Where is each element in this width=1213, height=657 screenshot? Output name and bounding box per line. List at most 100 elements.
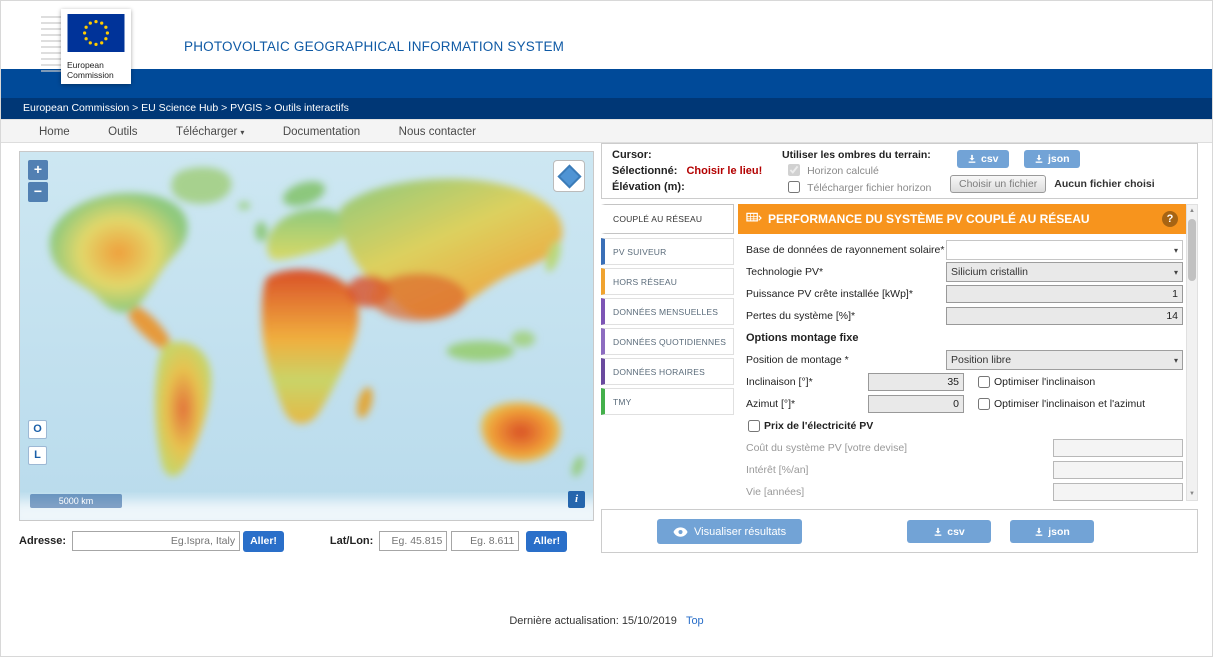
tab-tracking-pv[interactable]: PV SUIVEUR <box>601 238 734 265</box>
tab-tmy[interactable]: TMY <box>601 388 734 415</box>
tab-grid-connected[interactable]: COUPLÉ AU RÉSEAU <box>601 204 734 234</box>
nav-item-outils[interactable]: Outils <box>108 121 137 143</box>
peak-power-label: Puissance PV crête installée [kWp]* <box>746 288 913 300</box>
optimize-both-checkbox[interactable] <box>978 398 990 410</box>
address-input[interactable] <box>72 531 240 551</box>
upload-horizon-label: Télécharger fichier horizon <box>807 182 931 194</box>
pv-technology-select[interactable]: Silicium cristallin ▾ <box>946 262 1183 282</box>
pv-grid-icon <box>746 212 762 226</box>
ec-logo-text: European Commission <box>67 57 125 80</box>
form-title: PERFORMANCE DU SYSTÈME PV COUPLÉ AU RÉSE… <box>768 212 1162 226</box>
pv-price-label: Prix de l'électricité PV <box>764 420 873 432</box>
form-header: PERFORMANCE DU SYSTÈME PV COUPLÉ AU RÉSE… <box>738 204 1186 234</box>
address-go-button[interactable]: Aller! <box>243 531 284 552</box>
pv-technology-label: Technologie PV* <box>746 266 823 278</box>
world-map[interactable]: + − O L 5000 km i <box>19 151 594 521</box>
overlay-button-o[interactable]: O <box>28 420 47 439</box>
grid-connected-form: PERFORMANCE DU SYSTÈME PV COUPLÉ AU RÉSE… <box>738 204 1186 503</box>
optimize-slope-checkbox[interactable] <box>978 376 990 388</box>
horizon-csv-button[interactable]: csv <box>957 150 1009 168</box>
scrollbar-thumb[interactable] <box>1188 219 1196 281</box>
elevation-label: Élévation (m): <box>612 181 685 193</box>
results-csv-button[interactable]: csv <box>907 520 991 543</box>
fixed-mount-section-title: Options montage fixe <box>746 332 858 344</box>
tab-monthly-data[interactable]: DONNÉES MENSUELLES <box>601 298 734 325</box>
interest-label: Intérêt [%/an] <box>746 464 808 476</box>
map-scale-bar: 5000 km <box>30 494 122 508</box>
system-loss-label: Pertes du système [%]* <box>746 310 855 322</box>
zoom-out-button[interactable]: − <box>28 182 48 202</box>
azimuth-input[interactable] <box>868 395 964 413</box>
chevron-down-icon: ▾ <box>240 128 244 137</box>
horizon-json-button[interactable]: json <box>1024 150 1080 168</box>
horizon-calculated-checkbox[interactable] <box>788 164 800 176</box>
optimize-slope-label: Optimiser l'inclinaison <box>994 376 1095 388</box>
slope-label: Inclinaison [°]* <box>746 376 813 388</box>
footer: Dernière actualisation: 15/10/2019 Top <box>1 615 1212 627</box>
terrain-shadows-label: Utiliser les ombres du terrain: <box>782 149 931 161</box>
cursor-label: Cursor: <box>612 149 652 161</box>
header-band <box>1 69 1212 98</box>
azimuth-label: Azimut [°]* <box>746 398 795 410</box>
latlon-label: Lat/Lon: <box>330 535 373 547</box>
lon-input[interactable] <box>451 531 519 551</box>
ec-logo[interactable]: European Commission <box>41 9 171 95</box>
choose-file-button[interactable]: Choisir un fichier <box>950 175 1046 193</box>
nav-item-home[interactable]: Home <box>39 121 70 143</box>
mounting-position-select[interactable]: Position libre ▾ <box>946 350 1183 370</box>
page-title: PHOTOVOLTAIC GEOGRAPHICAL INFORMATION SY… <box>184 39 564 54</box>
help-icon[interactable]: ? <box>1162 211 1178 227</box>
results-json-button[interactable]: json <box>1010 520 1094 543</box>
breadcrumb[interactable]: European Commission > EU Science Hub > P… <box>1 98 1212 119</box>
download-icon <box>933 527 943 537</box>
chevron-down-icon: ▾ <box>1174 268 1178 277</box>
latlon-go-button[interactable]: Aller! <box>526 531 567 552</box>
mounting-position-label: Position de montage * <box>746 354 849 366</box>
interest-input <box>1053 461 1183 479</box>
optimize-both-label: Optimiser l'inclinaison et l'azimut <box>994 398 1145 410</box>
file-status-text: Aucun fichier choisi <box>1054 178 1154 190</box>
cursor-status-panel: Cursor: Sélectionné: Choisir le lieu! Él… <box>601 143 1198 199</box>
last-update-text: Dernière actualisation: 15/10/2019 <box>509 615 677 627</box>
address-label: Adresse: <box>19 535 66 547</box>
scroll-down-icon[interactable]: ▼ <box>1187 488 1197 500</box>
header: European Commission PHOTOVOLTAIC GEOGRAP… <box>1 1 1212 69</box>
overlay-button-l[interactable]: L <box>28 446 47 465</box>
system-loss-input[interactable] <box>946 307 1183 325</box>
tab-hourly-data[interactable]: DONNÉES HORAIRES <box>601 358 734 385</box>
lifetime-label: Vie [années] <box>746 486 804 498</box>
lifetime-input <box>1053 483 1183 501</box>
tab-off-grid[interactable]: HORS RÉSEAU <box>601 268 734 295</box>
peak-power-input[interactable] <box>946 285 1183 303</box>
tool-tabs: COUPLÉ AU RÉSEAU PV SUIVEUR HORS RÉSEAU … <box>601 204 734 418</box>
zoom-in-button[interactable]: + <box>28 160 48 180</box>
radiation-db-select[interactable]: ▾ <box>946 240 1183 260</box>
nav-item-telecharger-label: Télécharger <box>176 126 237 138</box>
scroll-up-icon[interactable]: ▲ <box>1187 205 1197 217</box>
eu-flag-icon <box>67 14 125 52</box>
pv-price-checkbox[interactable] <box>748 420 760 432</box>
download-icon <box>967 154 977 164</box>
top-link[interactable]: Top <box>686 615 704 627</box>
layers-icon <box>557 164 581 188</box>
visualize-results-button[interactable]: Visualiser résultats <box>657 519 802 544</box>
nav-item-contact[interactable]: Nous contacter <box>399 121 476 143</box>
panel-scrollbar[interactable]: ▲ ▼ <box>1186 204 1198 501</box>
selected-label: Sélectionné: <box>612 165 677 177</box>
map-info-button[interactable]: i <box>568 491 585 508</box>
ec-logo-box: European Commission <box>61 9 131 84</box>
layer-switcher-button[interactable] <box>553 160 585 192</box>
irradiance-map-image <box>20 152 593 520</box>
system-cost-label: Coût du système PV [votre devise] <box>746 442 907 454</box>
selected-value[interactable]: Choisir le lieu! <box>686 165 762 177</box>
system-cost-input <box>1053 439 1183 457</box>
chevron-down-icon: ▾ <box>1174 356 1178 365</box>
nav-item-documentation[interactable]: Documentation <box>283 121 360 143</box>
lat-input[interactable] <box>379 531 447 551</box>
slope-input[interactable] <box>868 373 964 391</box>
tab-daily-data[interactable]: DONNÉES QUOTIDIENNES <box>601 328 734 355</box>
nav-item-telecharger[interactable]: Télécharger▾ <box>176 121 244 144</box>
horizon-calculated-label: Horizon calculé <box>807 165 879 177</box>
upload-horizon-checkbox[interactable] <box>788 181 800 193</box>
tool-panel: COUPLÉ AU RÉSEAU PV SUIVEUR HORS RÉSEAU … <box>601 204 1198 501</box>
